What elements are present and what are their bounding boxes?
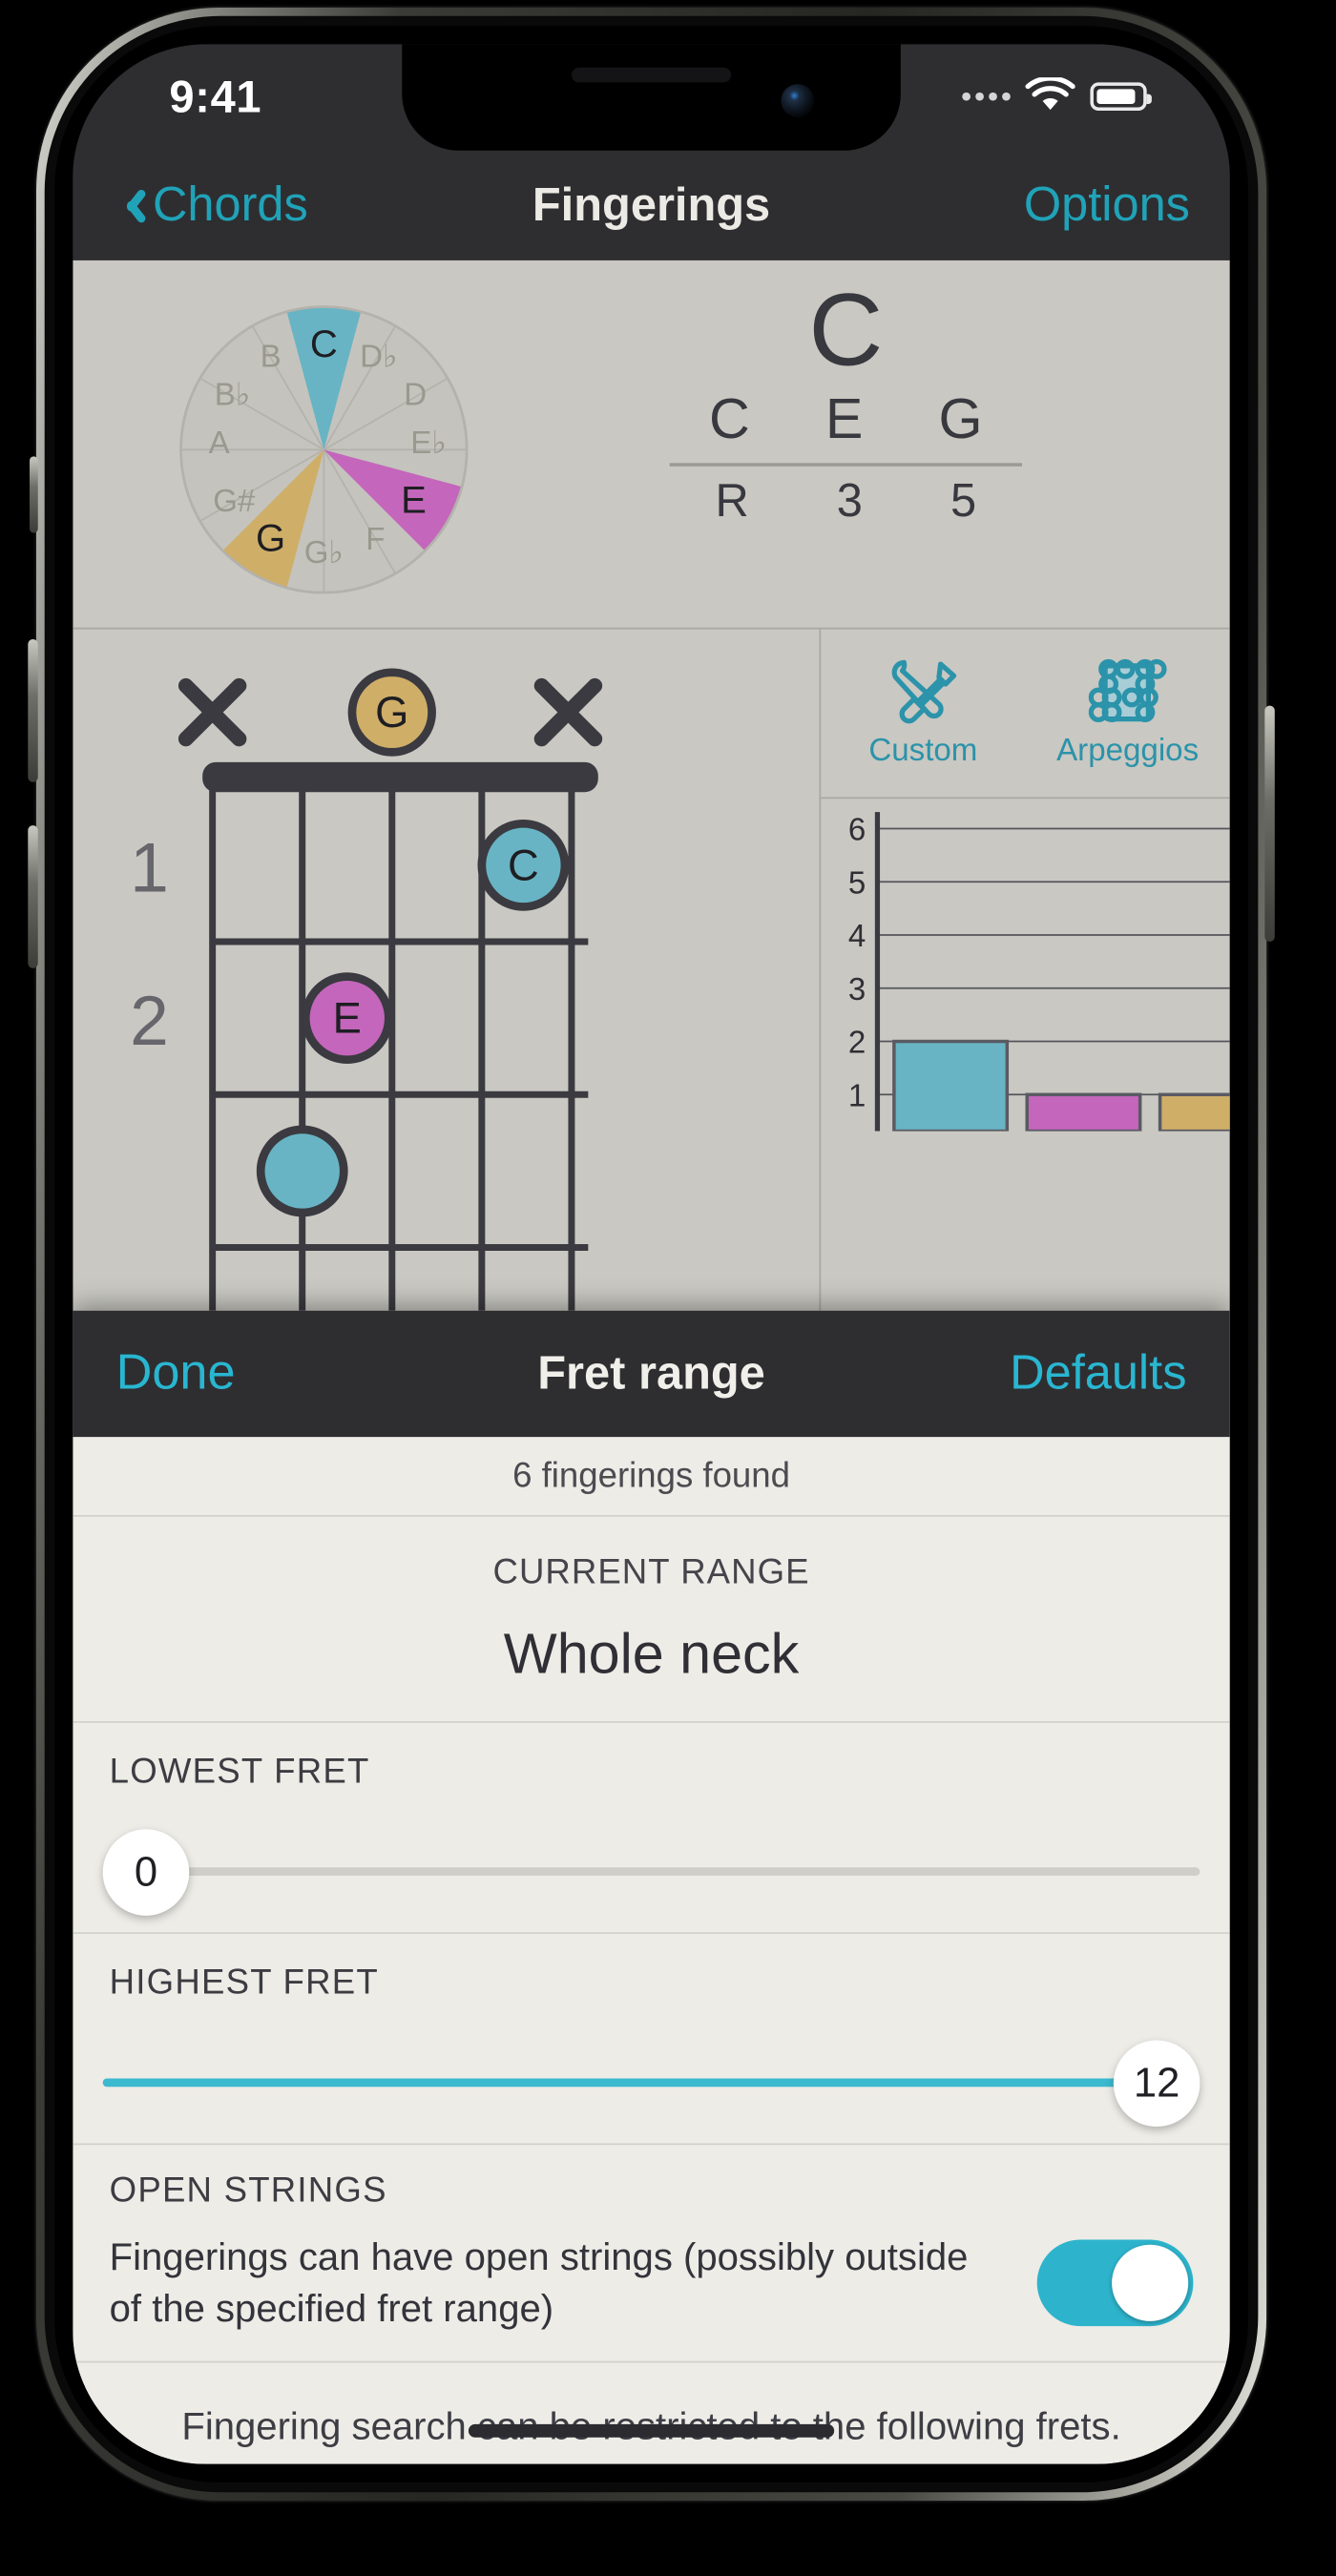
fret-number-1: 1 [130, 829, 169, 907]
current-range-value: Whole neck [503, 1623, 800, 1687]
status-bar-indicators [962, 77, 1152, 114]
silent-switch[interactable] [30, 456, 38, 533]
wheel-label-db: D♭ [360, 339, 398, 374]
open-string-marker-g: G [347, 668, 436, 757]
chord-note-3: G [938, 388, 983, 452]
chart-bar-c [892, 1039, 1010, 1133]
defaults-button[interactable]: Defaults [1010, 1346, 1186, 1401]
arpeggios-button-label: Arpeggios [1056, 734, 1200, 769]
wheel-label-b: B [261, 339, 282, 374]
highest-fret-slider[interactable]: 12 [102, 2037, 1200, 2128]
custom-button[interactable]: Custom [821, 630, 1025, 798]
wheel-label-a: A [209, 426, 230, 461]
chord-degree-2: 3 [836, 473, 863, 526]
wheel-label-d: D [404, 377, 427, 412]
tool-buttons-row: Custom Arpeggios [821, 630, 1230, 800]
home-indicator[interactable] [468, 2423, 835, 2438]
wheel-label-gb: G♭ [304, 535, 344, 571]
highest-fret-fill [102, 2078, 1200, 2088]
power-button[interactable] [1264, 705, 1275, 943]
earpiece-speaker [571, 67, 732, 83]
svg-text:4: 4 [848, 919, 866, 954]
battery-icon [1090, 81, 1152, 111]
front-camera-icon [781, 84, 815, 117]
signal-dots-icon [962, 91, 1011, 100]
chord-name-block: C C E G R 3 5 [621, 277, 1070, 527]
navigation-bar: Chords Fingerings Options [73, 150, 1230, 260]
chord-degree-3: 5 [950, 473, 977, 526]
arpeggios-button[interactable]: Arpeggios [1025, 630, 1229, 798]
wifi-icon [1025, 77, 1075, 111]
highest-fret-knob[interactable]: 12 [1113, 2040, 1200, 2128]
chord-root-name: C [808, 273, 884, 388]
chord-degrees-row: R 3 5 [671, 466, 1020, 527]
open-strings-description: Fingerings can have open strings (possib… [109, 2234, 969, 2330]
toggle-knob [1112, 2244, 1189, 2321]
custom-button-label: Custom [868, 734, 978, 769]
highest-fret-label: HIGHEST FRET [109, 1963, 379, 2003]
svg-text:1: 1 [848, 1078, 866, 1113]
chord-wheel[interactable]: C D♭ D E♭ E F G♭ G G# A B♭ B [133, 283, 515, 624]
chord-notes-row: C E G [671, 385, 1020, 453]
fretboard-note-label-c: C [508, 841, 539, 889]
open-strings-toggle[interactable] [1036, 2239, 1194, 2327]
fret-range-footer-note: Fingering search can be restricted to th… [157, 2404, 1146, 2464]
back-button-label: Chords [152, 177, 308, 232]
status-bar-time: 9:41 [169, 72, 262, 123]
fret-range-sheet: Done Fret range Defaults 6 fingerings fo… [73, 1310, 1230, 2464]
open-strings-label: OPEN STRINGS [109, 2171, 387, 2211]
fret-number-labels: 1 2 [130, 829, 169, 1060]
fretboard-note-e[interactable]: E [301, 972, 393, 1065]
lowest-fret-track[interactable] [102, 1867, 1200, 1877]
wheel-label-bb: B♭ [215, 377, 251, 412]
chart-bar-e [1025, 1092, 1142, 1133]
iphone-device-frame: 9:41 Chords Fingerings Options C D♭ D E♭… [28, 8, 1275, 2501]
current-range-block: CURRENT RANGE Whole neck [73, 1517, 1230, 1723]
fretboard-note-partial[interactable] [256, 1125, 348, 1217]
open-string-label-g: G [375, 688, 408, 737]
hammer-wrench-icon [890, 659, 956, 724]
fretboard-nut [202, 761, 598, 793]
back-to-chords-button[interactable]: Chords [116, 178, 308, 233]
chart-bar-g [1158, 1092, 1230, 1133]
svg-text:3: 3 [848, 972, 866, 1008]
fretboard-note-c[interactable]: C [477, 819, 570, 911]
chord-degree-1: R [715, 473, 749, 526]
highest-fret-block: HIGHEST FRET 12 [73, 1934, 1230, 2146]
fingerings-found-status: 6 fingerings found [73, 1437, 1230, 1517]
arpeggio-grid-icon [1087, 658, 1166, 723]
svg-text:2: 2 [848, 1026, 866, 1061]
options-button[interactable]: Options [1024, 178, 1190, 233]
done-button[interactable]: Done [116, 1345, 236, 1402]
chart-y-tick-labels: 6 5 4 3 2 1 [848, 813, 866, 1114]
chord-note-1: C [708, 388, 750, 452]
chord-info-panel: C D♭ D E♭ E F G♭ G G# A B♭ B C C E G R 3… [73, 260, 1230, 630]
open-strings-row: Fingerings can have open strings (possib… [73, 2232, 1229, 2335]
wheel-label-f: F [365, 522, 385, 557]
chord-note-2: E [825, 388, 864, 452]
wheel-label-g: G [256, 518, 285, 560]
lowest-fret-block: LOWEST FRET 0 [73, 1723, 1230, 1934]
chevron-left-icon [116, 185, 141, 227]
wheel-label-eb: E♭ [410, 426, 447, 461]
wheel-label-gsharp: G# [213, 484, 256, 519]
volume-up-button[interactable] [28, 638, 38, 782]
volume-down-button[interactable] [28, 825, 38, 968]
notch [402, 44, 901, 151]
lowest-fret-label: LOWEST FRET [109, 1753, 370, 1792]
lowest-fret-knob[interactable]: 0 [102, 1829, 190, 1916]
open-strings-block: OPEN STRINGS Fingerings can have open st… [73, 2145, 1230, 2363]
wheel-label-e: E [401, 480, 427, 522]
lowest-fret-slider[interactable]: 0 [102, 1826, 1200, 1916]
sheet-navigation-bar: Done Fret range Defaults [73, 1310, 1230, 1438]
svg-text:6: 6 [848, 813, 866, 848]
svg-text:5: 5 [848, 865, 866, 901]
fretboard-note-label-e: E [333, 994, 362, 1043]
device-screen: 9:41 Chords Fingerings Options C D♭ D E♭… [73, 44, 1230, 2464]
current-range-label: CURRENT RANGE [492, 1553, 810, 1592]
fret-number-2: 2 [130, 982, 169, 1060]
wheel-label-c: C [310, 323, 338, 365]
